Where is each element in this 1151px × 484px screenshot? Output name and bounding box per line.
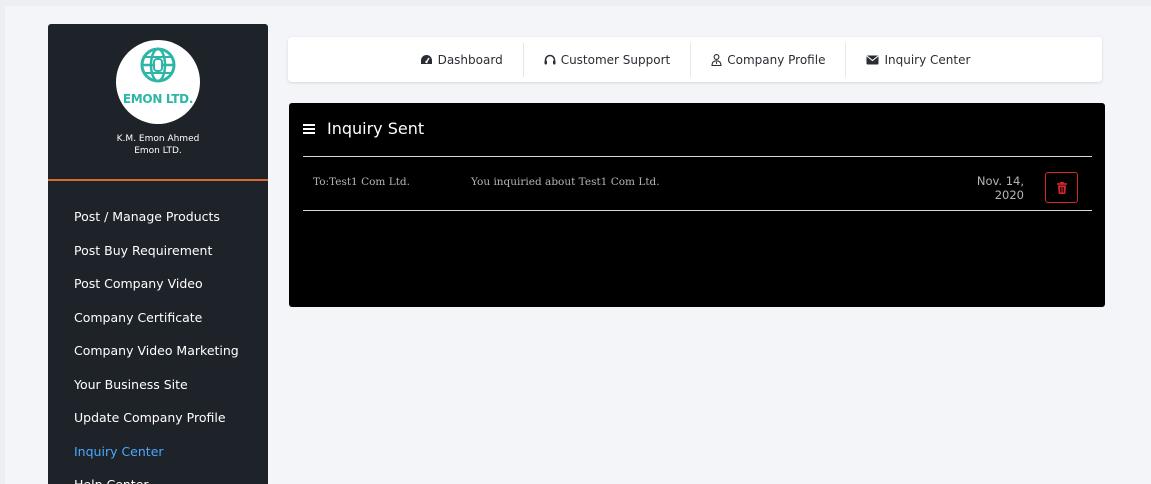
nav-customer-support[interactable]: Customer Support	[522, 42, 691, 77]
hamburger-icon[interactable]	[303, 123, 315, 134]
sidebar-item-company-video-marketing[interactable]: Company Video Marketing	[48, 334, 268, 368]
sidebar-item-help-center[interactable]: Help Center	[48, 468, 268, 484]
sidebar-item-inquiry-center[interactable]: Inquiry Center	[48, 435, 268, 469]
globe-icon	[140, 47, 176, 83]
panel-title: Inquiry Sent	[327, 119, 425, 138]
nav-customer-support-label: Customer Support	[560, 52, 671, 67]
sidebar-item-post-buy-requirement[interactable]: Post Buy Requirement	[48, 234, 268, 268]
inquiry-message[interactable]: You inquiried about Test1 Com Ltd.	[471, 176, 660, 188]
sidebar-divider	[48, 179, 268, 181]
nav-dashboard[interactable]: Dashboard	[400, 43, 523, 77]
inquiry-date: Nov. 14, 2020	[976, 174, 1024, 202]
envelope-icon	[866, 55, 879, 64]
delete-inquiry-button[interactable]	[1045, 172, 1078, 203]
inquiry-panel: Inquiry Sent To:Test1 Com Ltd. You inqui…	[289, 103, 1105, 307]
panel-header: Inquiry Sent	[303, 119, 424, 138]
sidebar-item-post-company-video[interactable]: Post Company Video	[48, 267, 268, 301]
inquiry-recipient: To:Test1 Com Ltd.	[313, 176, 410, 188]
trash-icon	[1056, 181, 1067, 194]
sidebar-item-your-business-site[interactable]: Your Business Site	[48, 368, 268, 402]
user-tie-icon	[711, 53, 722, 66]
company-logo[interactable]: EMON LTD.	[116, 40, 200, 124]
sidebar-item-update-company-profile[interactable]: Update Company Profile	[48, 401, 268, 435]
nav-dashboard-label: Dashboard	[437, 52, 503, 67]
logo-text: EMON LTD.	[122, 92, 194, 106]
nav-company-profile[interactable]: Company Profile	[690, 42, 845, 77]
profile-name: K.M. Emon Ahmed	[116, 134, 200, 144]
divider	[303, 210, 1092, 211]
profile-company: Emon LTD.	[134, 146, 182, 156]
top-nav: Dashboard Customer Support Company Profi…	[288, 37, 1102, 82]
sidebar-item-company-certificate[interactable]: Company Certificate	[48, 301, 268, 335]
divider	[303, 156, 1092, 157]
nav-inquiry-center-label: Inquiry Center	[884, 52, 971, 67]
headphones-icon	[544, 54, 556, 65]
nav-company-profile-label: Company Profile	[727, 52, 826, 67]
sidebar: EMON LTD. K.M. Emon Ahmed Emon LTD. Post…	[48, 24, 268, 484]
sidebar-item-post-manage-products[interactable]: Post / Manage Products	[48, 200, 268, 234]
sidebar-nav: Post / Manage Products Post Buy Requirem…	[48, 200, 268, 484]
nav-inquiry-center[interactable]: Inquiry Center	[845, 42, 990, 77]
tachometer-icon	[420, 54, 432, 64]
